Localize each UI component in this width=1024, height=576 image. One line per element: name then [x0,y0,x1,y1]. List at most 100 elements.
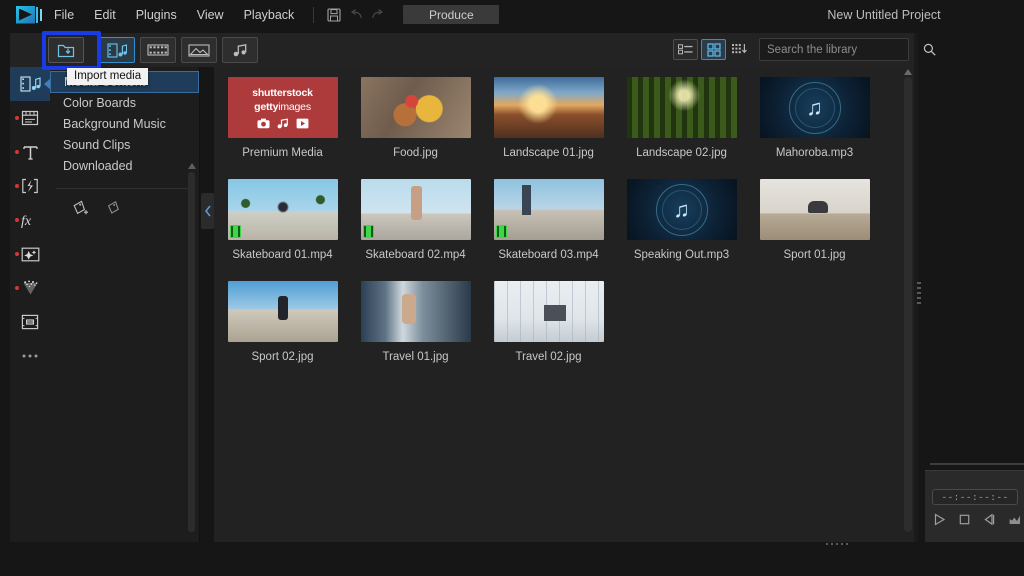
video-format-badge [230,225,241,238]
image-tab[interactable] [181,37,217,63]
media-item[interactable]: shutterstock gettyimages Premium Media [216,77,349,159]
play-button[interactable] [933,513,946,526]
produce-button[interactable]: Produce [403,5,499,24]
shutterstock-label: shutterstock [252,87,313,99]
grid-view-button[interactable] [701,39,726,60]
sidebar-item-overlay-room[interactable] [10,237,50,271]
category-sound-clips[interactable]: Sound Clips [50,135,199,156]
menu-view[interactable]: View [187,4,234,26]
media-item[interactable]: Travel 02.jpg [482,281,615,363]
sidebar-item-more-rooms[interactable] [10,339,50,373]
tag-add-icon[interactable] [72,200,92,217]
media-thumbnail[interactable] [228,179,338,240]
collapse-category-panel-button[interactable] [201,193,214,229]
media-label: Skateboard 03.mp4 [482,249,615,261]
ellipsis-icon [21,353,39,359]
video-play-icon [296,118,309,129]
menu-plugins[interactable]: Plugins [126,4,187,26]
media-item[interactable]: ♫ Mahoroba.mp3 [748,77,881,159]
media-tab[interactable] [99,37,135,63]
media-item[interactable]: Skateboard 03.mp4 [482,179,615,261]
search-icon[interactable] [921,43,942,56]
media-thumbnail[interactable] [760,179,870,240]
sidebar-item-title-room-alt[interactable] [10,101,50,135]
menu-edit[interactable]: Edit [84,4,126,26]
music-note-icon: ♫ [673,199,690,221]
filmstrip-tab[interactable] [140,37,176,63]
prev-frame-button[interactable] [983,513,996,526]
transition-icon [21,178,39,194]
sidebar-item-title-room[interactable] [10,135,50,169]
text-T-icon [22,144,39,161]
media-label: Sport 01.jpg [748,249,881,261]
category-color-boards[interactable]: Color Boards [50,93,199,114]
search-input[interactable] [760,44,921,56]
media-label: Sport 02.jpg [216,351,349,363]
media-item[interactable]: Skateboard 02.mp4 [349,179,482,261]
media-thumbnail[interactable] [494,179,604,240]
media-thumbnail[interactable] [361,77,471,138]
media-label: Landscape 01.jpg [482,147,615,159]
sidebar-item-particle-room[interactable] [10,271,50,305]
sidebar-item-effect-room[interactable]: fx [10,203,50,237]
media-item[interactable]: Sport 01.jpg [748,179,881,261]
media-thumbnail[interactable] [228,281,338,342]
menu-file[interactable]: File [44,4,84,26]
sidebar-item-split-room[interactable] [10,305,50,339]
media-label: Mahoroba.mp3 [748,147,881,159]
media-item[interactable]: Travel 01.jpg [349,281,482,363]
snapshot-button[interactable] [1008,513,1021,526]
media-item[interactable]: Landscape 02.jpg [615,77,748,159]
import-media-button[interactable] [48,37,84,63]
undo-arrow-icon[interactable] [345,5,367,25]
stop-button[interactable] [958,513,971,526]
timecode-display[interactable]: --:--:--:-- [932,489,1018,505]
sort-descending-button[interactable] [729,39,751,60]
tag-remove-icon[interactable] [106,200,124,217]
vertical-resize-grip[interactable] [916,275,922,311]
search-box[interactable] [759,38,909,61]
media-label: Travel 02.jpg [482,351,615,363]
app-logo-icon [16,6,44,24]
preview-player-panel: --:--:--:-- [925,470,1024,542]
svg-text:fx: fx [21,214,32,229]
scrollbar-track[interactable] [904,77,912,532]
room-rail: fx [10,67,50,542]
media-thumbnail[interactable]: ♫ [760,77,870,138]
media-thumbnail[interactable]: shutterstock gettyimages [228,77,338,138]
scroll-up-arrow-icon[interactable] [904,69,912,75]
category-panel: Media Content Color Boards Background Mu… [50,67,200,542]
new-indicator-dot [15,286,19,290]
player-controls [933,513,1021,526]
media-grid-scrollbar[interactable] [904,77,912,532]
redo-arrow-icon[interactable] [367,5,389,25]
menu-playback[interactable]: Playback [234,4,305,26]
list-view-button[interactable] [673,39,698,60]
audio-tab[interactable] [222,37,258,63]
view-mode-group [673,39,751,60]
split-frame-icon [21,314,39,330]
category-background-music[interactable]: Background Music [50,114,199,135]
horizontal-resize-grip[interactable] [826,543,848,545]
media-item[interactable]: ♫ Speaking Out.mp3 [615,179,748,261]
media-thumbnail[interactable]: ♫ [627,179,737,240]
media-thumbnail[interactable] [494,281,604,342]
media-thumbnail[interactable] [494,77,604,138]
media-thumbnail[interactable] [361,179,471,240]
media-item[interactable]: Skateboard 01.mp4 [216,179,349,261]
scrollbar-track[interactable] [188,172,195,532]
save-disk-icon[interactable] [323,5,345,25]
project-title: New Untitled Project [744,0,1024,29]
media-item[interactable]: Food.jpg [349,77,482,159]
category-downloaded[interactable]: Downloaded [50,156,199,177]
media-item[interactable]: Landscape 01.jpg [482,77,615,159]
sidebar-item-media-room[interactable] [10,67,50,101]
media-thumbnail[interactable] [627,77,737,138]
media-item[interactable]: Sport 02.jpg [216,281,349,363]
category-panel-scrollbar[interactable] [188,172,195,532]
new-indicator-dot [15,184,19,188]
media-thumbnail[interactable] [361,281,471,342]
sidebar-item-transition-room[interactable] [10,169,50,203]
scroll-up-arrow-icon[interactable] [188,163,196,169]
gettyimages-label: gettyimages [254,101,311,113]
